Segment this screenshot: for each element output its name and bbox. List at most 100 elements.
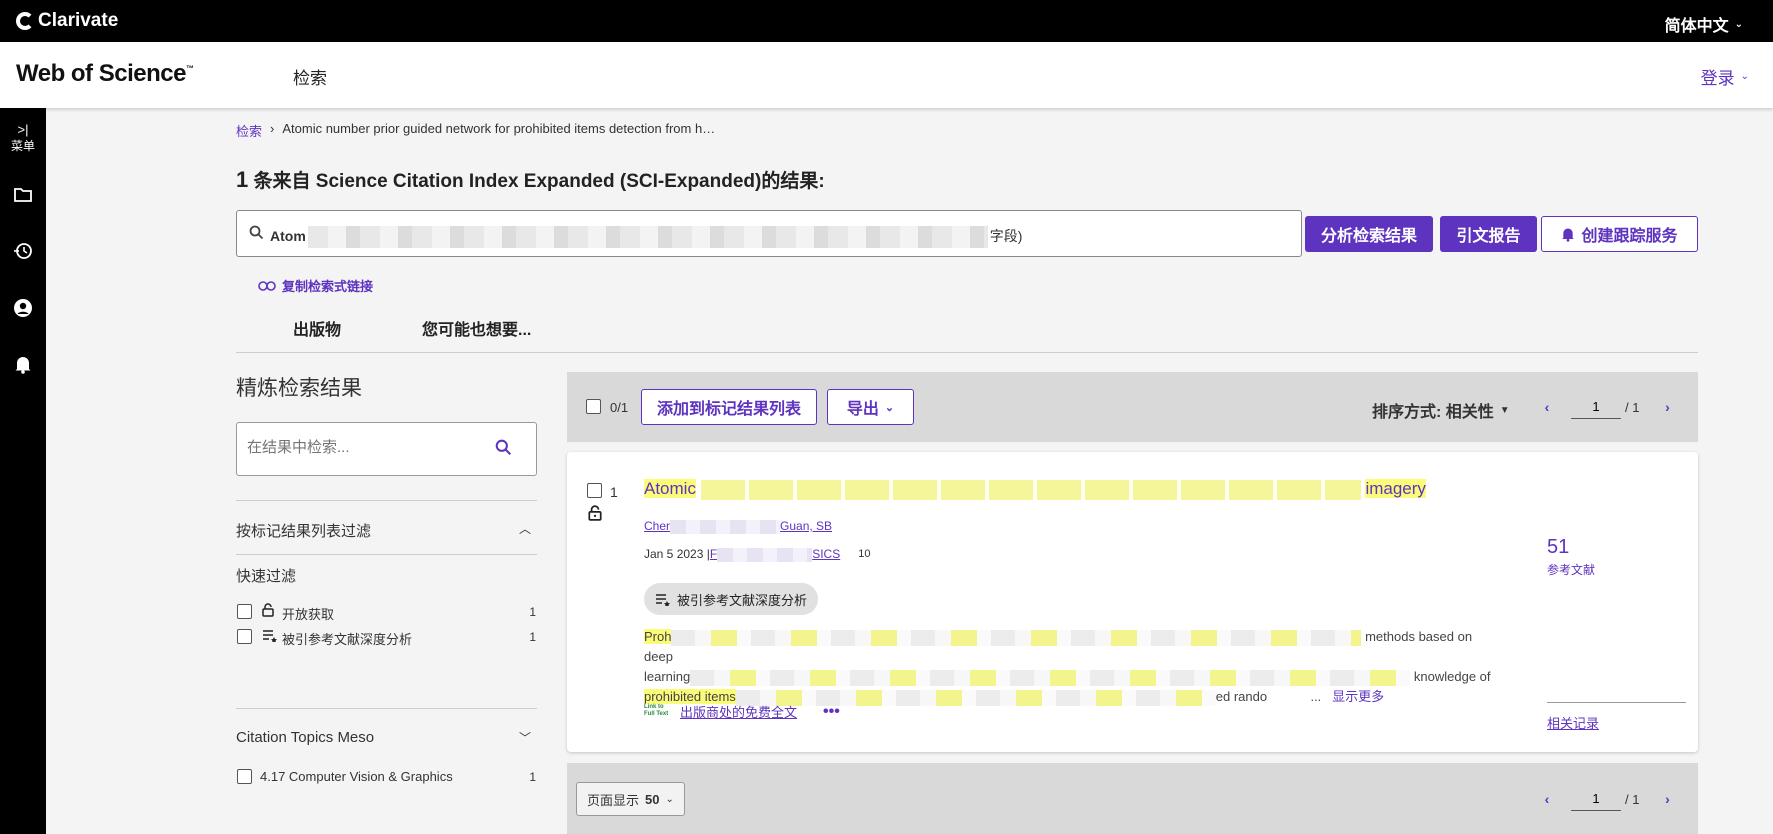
- page-number-input[interactable]: [1571, 787, 1621, 811]
- search-icon: [249, 225, 264, 245]
- user-icon: [14, 299, 32, 317]
- folder-icon: [14, 188, 32, 202]
- nav-search-link[interactable]: 检索: [293, 64, 327, 89]
- record-title-link[interactable]: Atomic imagery: [644, 479, 1426, 500]
- add-to-marked-list-button[interactable]: 添加到标记结果列表: [641, 389, 817, 425]
- open-access-checkbox[interactable]: [237, 604, 252, 619]
- unlock-icon: [262, 603, 274, 620]
- more-options-icon[interactable]: •••: [823, 703, 840, 721]
- bottom-toolbar: 页面显示 50 ⌄ ‹ / 1 ›: [567, 763, 1698, 834]
- language-selector[interactable]: 简体中文 ⌄: [1665, 12, 1743, 36]
- tab-you-may-also-like[interactable]: 您可能也想要...: [422, 316, 531, 340]
- authors-start: Cher: [644, 519, 671, 533]
- show-more-link[interactable]: 显示更多: [1332, 689, 1384, 704]
- citation-topics-label: Citation Topics Meso: [236, 729, 375, 746]
- topic-checkbox[interactable]: [237, 769, 252, 784]
- breadcrumb: 检索 › Atomic number prior guided network …: [236, 121, 715, 140]
- open-access-count: 1: [529, 605, 536, 619]
- record-authors[interactable]: Cher Guan, SB: [644, 519, 832, 534]
- rail-folder-button[interactable]: [0, 186, 46, 207]
- refine-search-box[interactable]: [236, 422, 537, 476]
- results-toolbar: 0/1 添加到标记结果列表 导出 ⌄ 排序方式: 相关性 ▼ ‹ / 1 ›: [567, 372, 1698, 442]
- abstract-line: learning knowledge of: [644, 667, 1504, 687]
- divider: [236, 708, 537, 709]
- per-page-dropdown[interactable]: 页面显示 50 ⌄: [576, 782, 685, 816]
- breadcrumb-current: Atomic number prior guided network for p…: [282, 121, 716, 136]
- clarivate-topbar: Clarivate 简体中文 ⌄: [0, 0, 1773, 42]
- tab-publications[interactable]: 出版物: [293, 316, 341, 340]
- search-icon[interactable]: [495, 439, 512, 461]
- marked-list-filter-toggle[interactable]: 按标记结果列表过滤 ︿: [236, 520, 537, 541]
- quick-filter-heading: 快速过滤: [236, 568, 297, 585]
- login-menu[interactable]: 登录 ⌄: [1701, 64, 1749, 89]
- record-title-end: imagery: [1365, 479, 1426, 498]
- wos-logo[interactable]: Web of Science™: [16, 60, 194, 88]
- clarivate-mark-icon: [16, 12, 34, 30]
- create-alert-label: 创建跟踪服务: [1581, 228, 1678, 245]
- record-date: Jan 5 2023 |: [644, 547, 710, 562]
- export-label: 导出: [846, 401, 879, 418]
- result-tabs: 出版物 您可能也想要...: [236, 316, 1698, 353]
- record-journal-link[interactable]: F SICS: [710, 547, 840, 562]
- record-checkbox[interactable]: [587, 483, 602, 498]
- marked-list-filter-label: 按标记结果列表过滤: [236, 523, 372, 540]
- query-redacted: [307, 226, 988, 249]
- record-title-start: Atomic: [644, 479, 696, 498]
- full-text-link-icon[interactable]: Link to Full Text: [644, 704, 672, 720]
- expand-menu-icon: >|: [17, 122, 29, 137]
- journal-end: SICS: [812, 547, 841, 561]
- abstract-l2-start: learning: [644, 669, 691, 684]
- login-label: 登录: [1700, 69, 1735, 88]
- abstract-l1-start: Proh: [644, 629, 672, 644]
- abstract-l3-end: ed rando: [1215, 689, 1268, 704]
- filter-topic-computer-vision[interactable]: 4.17 Computer Vision & Graphics 1: [236, 768, 537, 786]
- citation-topics-toggle[interactable]: Citation Topics Meso ﹀: [236, 729, 537, 746]
- rail-profile-button[interactable]: [0, 298, 46, 323]
- link-icon: [258, 280, 276, 291]
- sort-dropdown[interactable]: 排序方式: 相关性 ▼: [1372, 398, 1510, 422]
- related-records-link[interactable]: 相关记录: [1547, 702, 1686, 732]
- create-alert-button[interactable]: 创建跟踪服务: [1541, 216, 1698, 252]
- results-heading-text: 条来自 Science Citation Index Expanded (SCI…: [248, 171, 825, 192]
- next-page-icon[interactable]: ›: [1657, 791, 1677, 807]
- breadcrumb-search-link[interactable]: 检索: [236, 121, 262, 140]
- enriched-references-chip-label: 被引参考文献深度分析: [677, 592, 808, 608]
- abstract-ellipsis: ...: [1310, 689, 1322, 704]
- select-all-checkbox[interactable]: [586, 399, 601, 414]
- record-abstract: Proh methods based on deep learning know…: [644, 627, 1504, 707]
- enriched-references-label: 被引参考文献深度分析: [282, 632, 413, 647]
- query-display[interactable]: Atom 字段): [236, 210, 1302, 257]
- previous-page-icon[interactable]: ‹: [1537, 399, 1557, 415]
- enriched-references-chip[interactable]: 被引参考文献深度分析: [644, 583, 819, 615]
- filter-enriched-references[interactable]: 被引参考文献深度分析 1: [236, 628, 537, 647]
- copy-query-link[interactable]: 复制检索式链接: [258, 276, 373, 295]
- rail-alerts-button[interactable]: [0, 354, 46, 379]
- per-page-label: 页面显示: [587, 792, 640, 808]
- page-number-input[interactable]: [1571, 395, 1621, 419]
- chevron-down-icon: ⌄: [1734, 18, 1743, 30]
- clarivate-logo[interactable]: Clarivate: [16, 10, 118, 32]
- chevron-down-icon: ⌄: [884, 401, 895, 414]
- side-rail: >| 菜单: [0, 108, 46, 834]
- results-heading: 1 条来自 Science Citation Index Expanded (S…: [236, 166, 825, 193]
- record-number: 1: [610, 484, 618, 500]
- citation-report-button[interactable]: 引文报告: [1440, 216, 1537, 252]
- copy-link-label: 复制检索式链接: [282, 279, 374, 294]
- next-page-icon[interactable]: ›: [1657, 399, 1677, 415]
- references-count-link[interactable]: 51 参考文献: [1547, 536, 1595, 578]
- previous-page-icon[interactable]: ‹: [1537, 791, 1557, 807]
- wos-logo-tm: ™: [185, 64, 194, 73]
- analyze-results-button[interactable]: 分析检索结果: [1305, 216, 1433, 252]
- rail-history-button[interactable]: [0, 242, 46, 265]
- refine-search-input[interactable]: [247, 439, 477, 456]
- export-button[interactable]: 导出 ⌄: [827, 389, 914, 425]
- page-total: / 1: [1625, 399, 1640, 415]
- divider: [236, 500, 537, 501]
- rail-menu-toggle[interactable]: >| 菜单: [0, 122, 46, 154]
- enriched-references-checkbox[interactable]: [237, 629, 252, 644]
- journal-start: F: [709, 547, 718, 561]
- record-cited-count: 10: [858, 548, 871, 561]
- filter-open-access[interactable]: 开放获取 1: [236, 603, 537, 622]
- free-full-text-link[interactable]: 出版商处的免费全文: [680, 702, 797, 721]
- open-access-label: 开放获取: [282, 607, 335, 622]
